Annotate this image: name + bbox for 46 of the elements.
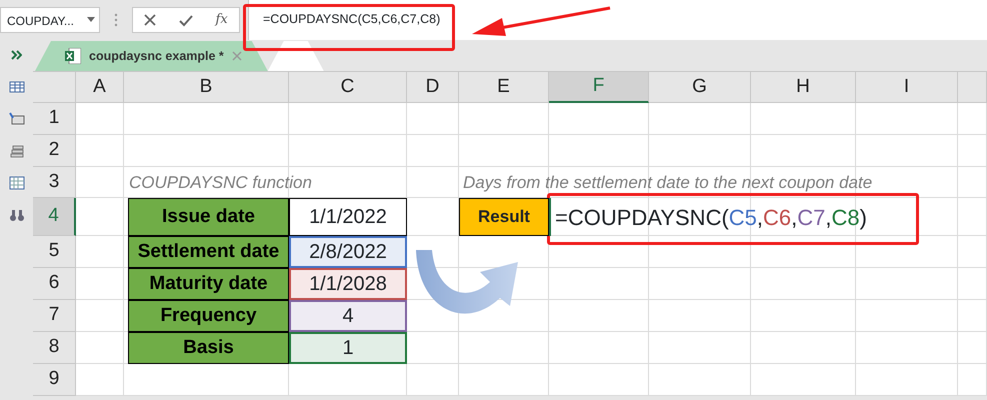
table-label: Frequency	[128, 300, 289, 332]
row-header[interactable]: 7	[33, 300, 76, 332]
table-label: Issue date	[128, 198, 289, 236]
result-label: Result	[459, 198, 549, 236]
row-header[interactable]: 5	[33, 236, 76, 268]
table-value: 1/1/2028	[289, 268, 407, 300]
name-box[interactable]: COUPDAY...	[0, 7, 100, 33]
column-header[interactable]: F	[549, 72, 649, 103]
table-icon[interactable]	[8, 80, 24, 94]
stack-icon[interactable]	[8, 144, 24, 158]
formula-cell[interactable]: =COUPDAYSNC(C5,C6,C7,C8)	[549, 198, 958, 236]
column-header[interactable]: G	[649, 72, 751, 103]
row-header[interactable]: 9	[33, 364, 76, 396]
row-header[interactable]: 6	[33, 268, 76, 300]
cancel-icon[interactable]	[144, 14, 156, 26]
row-header[interactable]: 8	[33, 332, 76, 364]
excel-file-icon	[65, 48, 81, 64]
column-header[interactable]: C	[289, 72, 407, 103]
dropdown-caret-icon[interactable]	[87, 17, 95, 22]
column-header[interactable]: B	[124, 72, 289, 103]
column-header[interactable]: E	[459, 72, 549, 103]
grid-icon[interactable]	[8, 176, 24, 190]
table-label: Basis	[128, 332, 289, 364]
row-header[interactable]: 2	[33, 135, 76, 167]
expand-icon[interactable]	[11, 50, 22, 60]
table-label: Maturity date	[128, 268, 289, 300]
formula-field[interactable]: =COUPDAYSNC(C5,C6,C7,C8)	[248, 0, 987, 40]
column-header[interactable]: I	[856, 72, 958, 103]
row-header[interactable]: 1	[33, 103, 76, 135]
table-value: 1	[289, 332, 407, 364]
binoculars-icon[interactable]	[8, 208, 24, 222]
row-header[interactable]: 4	[33, 198, 76, 236]
description-text: Days from the settlement date to the next coupon date	[462, 172, 874, 194]
column-header[interactable]: A	[76, 72, 124, 103]
grip-icon	[114, 13, 118, 27]
column-header[interactable]: D	[407, 72, 459, 103]
check-icon[interactable]	[178, 14, 193, 26]
table-value: 1/1/2022	[289, 198, 407, 236]
column-header[interactable]: H	[751, 72, 856, 103]
table-label: Settlement date	[128, 236, 289, 268]
table-caption: COUPDAYSNC function	[128, 172, 313, 194]
table-value: 4	[289, 300, 407, 332]
sheet-tab[interactable]: coupdaysnc example *	[35, 41, 268, 71]
insert-function-button[interactable]: fx	[216, 10, 228, 30]
row-header[interactable]: 3	[33, 167, 76, 198]
table-value: 2/8/2022	[289, 236, 407, 268]
